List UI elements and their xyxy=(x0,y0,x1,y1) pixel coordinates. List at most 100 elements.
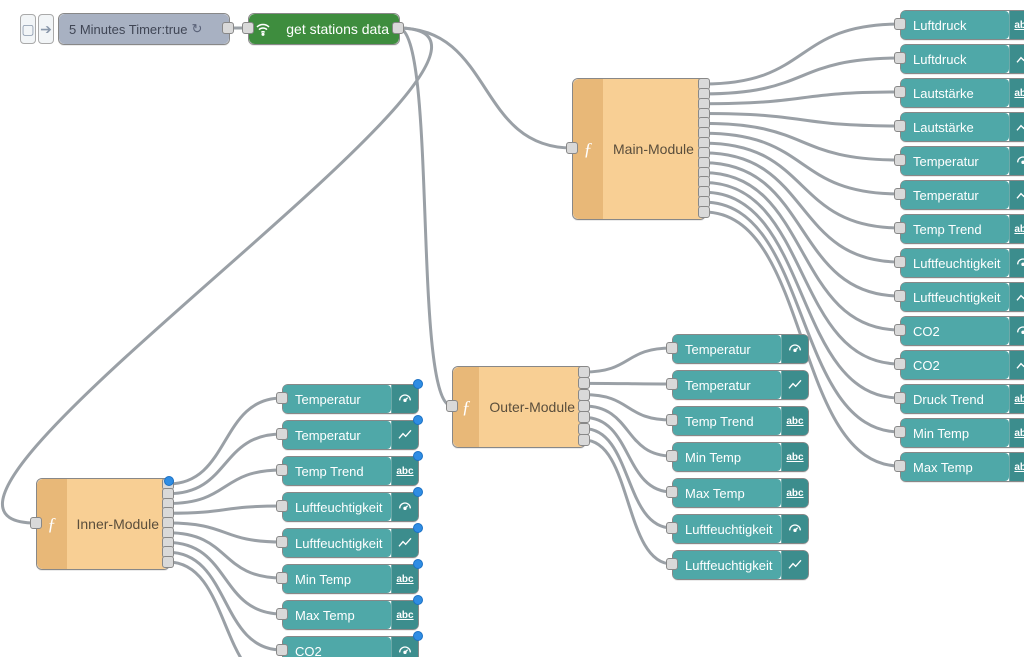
outer-module-label: Outer-Module xyxy=(489,399,575,415)
ui-chart-icon xyxy=(1015,119,1024,135)
ui-gauge-icon xyxy=(1015,153,1024,169)
ui-output-node[interactable]: Max Tempabc xyxy=(900,452,1024,482)
ui-output-label: Max Temp xyxy=(685,486,745,501)
ui-abc-icon: abc xyxy=(1014,462,1024,473)
ui-output-node[interactable]: Temperatur xyxy=(282,384,419,414)
ui-output-label: Luftfeuchtigkeit xyxy=(913,256,1000,271)
ui-output-label: Temp Trend xyxy=(295,464,364,479)
ui-output-node[interactable]: Temp Trendabc xyxy=(900,214,1024,244)
inject-buttons: ▢ ➔ xyxy=(20,14,54,44)
ui-output-label: Min Temp xyxy=(913,426,969,441)
ui-output-node[interactable]: Min Temp abc xyxy=(900,418,1024,448)
ui-gauge-icon xyxy=(787,521,803,537)
ui-chart-icon xyxy=(787,377,803,393)
inject-label: 5 Minutes Timer:true xyxy=(69,22,188,37)
ui-abc-icon: abc xyxy=(396,466,413,477)
ui-output-node[interactable]: Temperatur xyxy=(672,370,809,400)
ui-abc-icon: abc xyxy=(1014,88,1024,99)
ui-output-node[interactable]: Temperatur xyxy=(672,334,809,364)
inner-module-label: Inner-Module xyxy=(77,516,160,532)
ui-output-node[interactable]: Temperatur xyxy=(900,180,1024,210)
ui-output-node[interactable]: Luftfeuchtigkeit xyxy=(900,248,1024,278)
ui-abc-icon: abc xyxy=(1014,20,1024,31)
ui-gauge-icon xyxy=(1015,255,1024,271)
ui-output-node[interactable]: CO2 xyxy=(282,636,419,657)
ui-output-node[interactable]: Min Tempabc xyxy=(672,442,809,472)
ui-gauge-icon xyxy=(397,643,413,657)
ui-output-label: CO2 xyxy=(913,324,940,339)
ui-output-label: Temperatur xyxy=(685,378,751,393)
ui-abc-icon: abc xyxy=(396,610,413,621)
netatmo-label: get stations data xyxy=(286,21,389,37)
ui-output-label: Lautstärke xyxy=(913,120,974,135)
ui-output-label: Druck Trend xyxy=(913,392,984,407)
ui-output-node[interactable]: Min Temp abc xyxy=(282,564,419,594)
ui-output-label: Luftdruck xyxy=(913,18,966,33)
ui-output-node[interactable]: Luftfeuchtigkeit xyxy=(282,492,419,522)
ui-output-label: Lautstärke xyxy=(913,86,974,101)
ui-abc-icon: abc xyxy=(1014,394,1024,405)
ui-gauge-icon xyxy=(1015,323,1024,339)
ui-abc-icon: abc xyxy=(396,574,413,585)
ui-abc-icon: abc xyxy=(786,488,803,499)
inject-node[interactable]: 5 Minutes Timer:true ↻ xyxy=(58,13,230,45)
function-icon: ƒ xyxy=(584,139,593,160)
ui-output-label: Temp Trend xyxy=(685,414,754,429)
main-module-node[interactable]: ƒ Main-Module xyxy=(572,78,706,220)
wifi-icon xyxy=(255,21,271,37)
function-icon: ƒ xyxy=(462,397,471,418)
ui-output-label: Luftfeuchtigkeit xyxy=(913,290,1000,305)
ui-output-node[interactable]: Temp Trend abc xyxy=(282,456,419,486)
ui-output-node[interactable]: Lautstärke abc xyxy=(900,78,1024,108)
ui-chart-icon xyxy=(1015,289,1024,305)
inject-trigger-square-icon[interactable]: ▢ xyxy=(20,14,36,44)
ui-output-node[interactable]: Temperatur xyxy=(282,420,419,450)
ui-output-label: CO2 xyxy=(295,644,322,657)
ui-output-node[interactable]: Luftfeuchtigkeit xyxy=(900,282,1024,312)
ui-output-node[interactable]: Lautstärke xyxy=(900,112,1024,142)
ui-output-label: Luftfeuchtigkeit xyxy=(295,536,382,551)
ui-output-node[interactable]: Temperatur xyxy=(900,146,1024,176)
ui-abc-icon: abc xyxy=(1014,428,1024,439)
ui-output-label: Max Temp xyxy=(295,608,355,623)
flow-canvas[interactable]: ▢ ➔ 5 Minutes Timer:true ↻ get stations … xyxy=(0,0,1024,657)
ui-output-label: Temperatur xyxy=(913,188,979,203)
ui-output-label: Min Temp xyxy=(295,572,351,587)
get-stations-data-node[interactable]: get stations data xyxy=(248,13,400,45)
ui-gauge-icon xyxy=(787,341,803,357)
ui-chart-icon xyxy=(1015,357,1024,373)
ui-output-label: CO2 xyxy=(913,358,940,373)
ui-gauge-icon xyxy=(397,391,413,407)
ui-output-label: Luftfeuchtigkeit xyxy=(295,500,382,515)
ui-output-node[interactable]: Luftdruck abc xyxy=(900,10,1024,40)
ui-chart-icon xyxy=(1015,187,1024,203)
ui-output-node[interactable]: Max Temp abc xyxy=(672,478,809,508)
ui-output-node[interactable]: Temp Trend abc xyxy=(672,406,809,436)
ui-output-node[interactable]: Luftfeuchtigkeit xyxy=(672,514,809,544)
ui-output-label: Luftdruck xyxy=(913,52,966,67)
ui-chart-icon xyxy=(397,427,413,443)
ui-output-label: Luftfeuchtigkeit xyxy=(685,558,772,573)
ui-chart-icon xyxy=(787,557,803,573)
ui-output-label: Temperatur xyxy=(685,342,751,357)
inject-trigger-arrow-icon[interactable]: ➔ xyxy=(38,14,54,44)
ui-chart-icon xyxy=(397,535,413,551)
ui-output-node[interactable]: CO2 xyxy=(900,316,1024,346)
ui-chart-icon xyxy=(1015,51,1024,67)
ui-abc-icon: abc xyxy=(1014,224,1024,235)
function-icon: ƒ xyxy=(47,514,56,535)
ui-output-label: Temperatur xyxy=(913,154,979,169)
outer-module-node[interactable]: ƒ Outer-Module xyxy=(452,366,586,448)
ui-output-node[interactable]: Luftdruck xyxy=(900,44,1024,74)
ui-output-node[interactable]: Druck Trend abc xyxy=(900,384,1024,414)
ui-output-node[interactable]: Max Temp abc xyxy=(282,600,419,630)
ui-output-label: Temperatur xyxy=(295,428,361,443)
ui-output-node[interactable]: Luftfeuchtigkeit xyxy=(282,528,419,558)
repeat-icon: ↻ xyxy=(192,21,203,37)
ui-abc-icon: abc xyxy=(786,416,803,427)
inner-module-node[interactable]: ƒ Inner-Module xyxy=(36,478,170,570)
main-module-label: Main-Module xyxy=(613,141,694,157)
ui-output-node[interactable]: CO2 xyxy=(900,350,1024,380)
ui-output-node[interactable]: Luftfeuchtigkeit xyxy=(672,550,809,580)
ui-output-label: Min Temp xyxy=(685,450,741,465)
